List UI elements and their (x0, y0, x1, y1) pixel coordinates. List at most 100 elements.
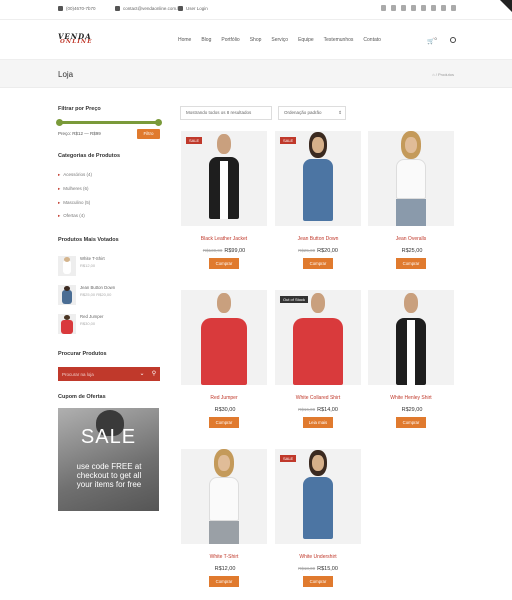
dribbble-icon[interactable] (411, 5, 416, 11)
slider-handle-max[interactable] (155, 119, 162, 126)
sort-select[interactable]: Ordenação padrão ⇕ (278, 106, 346, 120)
linkedin-icon[interactable] (441, 5, 446, 11)
search-title: Procurar Produtos (58, 351, 107, 357)
product-image[interactable]: SALE (275, 131, 361, 226)
old-price: R$18,00 (298, 566, 316, 571)
product-name[interactable]: Jean Button Down (275, 236, 361, 242)
nav-servico[interactable]: Serviço (271, 37, 288, 43)
product-thumbnail[interactable] (58, 256, 76, 276)
category-label[interactable]: Acessórios (4) (63, 172, 92, 178)
buy-button[interactable]: Comprar (303, 258, 333, 269)
email-info[interactable]: contact@vendaonline.com.br (115, 6, 181, 11)
product-image[interactable] (368, 131, 454, 226)
buy-button[interactable]: Comprar (209, 576, 239, 587)
corner-toggle[interactable] (500, 0, 512, 12)
top-rated-item[interactable]: Red Jumper R$30,00 (58, 314, 103, 334)
categories-title: Categorias de Produtos (58, 153, 121, 159)
filter-button[interactable]: Filtro (137, 129, 160, 139)
shirt-shape (303, 159, 333, 221)
nav-equipe[interactable]: Equipe (298, 37, 314, 43)
category-label[interactable]: Ofertas (4) (63, 213, 85, 219)
nav-portfolio[interactable]: Portfólio (221, 37, 239, 43)
google-plus-icon[interactable] (401, 5, 406, 11)
top-rated-item[interactable]: White T-Shirt R$12,00 (58, 256, 105, 276)
nav-home[interactable]: Home (178, 37, 191, 43)
chevron-down-icon[interactable]: ⌄ (136, 367, 148, 381)
product-card[interactable]: SALE White Undershirt R$18,00 R$15,00 Com… (275, 449, 361, 587)
category-item[interactable]: ▸ Ofertas (4) (58, 213, 85, 219)
product-card[interactable]: White Henley Shirt R$29,00 Comprar (368, 290, 454, 428)
head-shape (404, 293, 418, 313)
product-image[interactable] (181, 290, 267, 385)
buy-button[interactable]: Comprar (396, 417, 426, 428)
category-label[interactable]: Masculino (5) (63, 200, 90, 206)
product-card[interactable]: Jean Overalls R$25,00 Comprar (368, 131, 454, 269)
product-price: R$25,00 R$20,00 (275, 248, 361, 254)
slider-handle-min[interactable] (56, 119, 63, 126)
top-rated-item[interactable]: Jean Button Down R$25,00 R$20,00 (58, 285, 115, 305)
product-name[interactable]: White Undershirt (275, 554, 361, 560)
search-icon[interactable]: ⚲ (148, 367, 160, 381)
top-rated-price: R$30,00 (80, 321, 96, 326)
product-name[interactable]: Jean Overalls (368, 236, 454, 242)
top-shape (396, 159, 426, 199)
search-input[interactable] (58, 367, 136, 381)
category-item[interactable]: ▸ Mulheres (6) (58, 186, 89, 192)
sort-label[interactable]: Ordenação padrão (284, 110, 322, 115)
email-social-icon[interactable] (431, 5, 436, 11)
product-card[interactable]: White T-Shirt R$12,00 Comprar (181, 449, 267, 587)
twitter-icon[interactable] (381, 5, 386, 11)
youtube-icon[interactable] (451, 5, 456, 11)
product-card[interactable]: Out of Stock White Collared Shirt R$16,0… (275, 290, 361, 428)
arrow-icon: ▸ (58, 213, 61, 218)
nav-shop[interactable]: Shop (250, 37, 262, 43)
nav-contato[interactable]: Contato (363, 37, 381, 43)
price-slider[interactable] (56, 119, 162, 126)
product-name[interactable]: White Collared Shirt (275, 395, 361, 401)
category-label[interactable]: Mulheres (6) (63, 186, 88, 192)
promo-banner[interactable]: SALE use code FREE at checkout to get al… (58, 408, 159, 511)
login-link[interactable]: User Login (178, 6, 208, 11)
product-image[interactable] (368, 290, 454, 385)
buy-button[interactable]: Comprar (303, 576, 333, 587)
product-name[interactable]: White Henley Shirt (368, 395, 454, 401)
promo-sale-text: SALE (80, 426, 137, 448)
skirt-shape (209, 521, 239, 544)
product-image[interactable]: Out of Stock (275, 290, 361, 385)
out-of-stock-badge: Out of Stock (280, 296, 309, 303)
product-image[interactable]: SALE (275, 449, 361, 544)
login-text[interactable]: User Login (186, 6, 208, 11)
breadcrumb[interactable]: ⌂ / Produtos (432, 72, 454, 77)
product-name[interactable]: White T-Shirt (181, 554, 267, 560)
product-name[interactable]: Black Leather Jacket (181, 236, 267, 242)
buy-button[interactable]: Comprar (209, 258, 239, 269)
category-item[interactable]: ▸ Masculino (5) (58, 200, 90, 206)
buy-button[interactable]: Comprar (209, 417, 239, 428)
top-rated-price: R$12,00 (80, 263, 96, 268)
nav-testemunhos[interactable]: Testemunhos (324, 37, 354, 43)
instagram-icon[interactable] (421, 5, 426, 11)
top-rated-name[interactable]: Red Jumper (80, 314, 103, 319)
site-logo[interactable]: VENDA ONLINE (58, 32, 96, 46)
tshirt-shape (209, 477, 239, 521)
product-card[interactable]: SALE Black Leather Jacket R$130,00 R$99,0… (181, 131, 267, 269)
top-rated-name[interactable]: Jean Button Down (80, 285, 115, 290)
top-rated-price: R$25,00 R$20,00 (80, 292, 112, 297)
top-rated-name[interactable]: White T-Shirt (80, 256, 105, 261)
product-card[interactable]: SALE Jean Button Down R$25,00 R$20,00 Com… (275, 131, 361, 269)
product-thumbnail[interactable] (58, 285, 76, 305)
product-card[interactable]: Red Jumper R$30,00 Comprar (181, 290, 267, 428)
read-more-button[interactable]: Leia mais (303, 417, 333, 428)
cart-button[interactable]: 🛒0 (427, 36, 437, 45)
search-icon[interactable] (450, 37, 456, 43)
product-name[interactable]: Red Jumper (181, 395, 267, 401)
buy-button[interactable]: Comprar (396, 258, 426, 269)
product-thumbnail[interactable] (58, 314, 76, 334)
facebook-icon[interactable] (391, 5, 396, 11)
category-item[interactable]: ▸ Acessórios (4) (58, 172, 92, 178)
nav-blog[interactable]: Blog (201, 37, 211, 43)
shirt-shape (303, 477, 333, 539)
email-text[interactable]: contact@vendaonline.com.br (123, 6, 181, 11)
product-image[interactable] (181, 449, 267, 544)
product-image[interactable]: SALE (181, 131, 267, 226)
